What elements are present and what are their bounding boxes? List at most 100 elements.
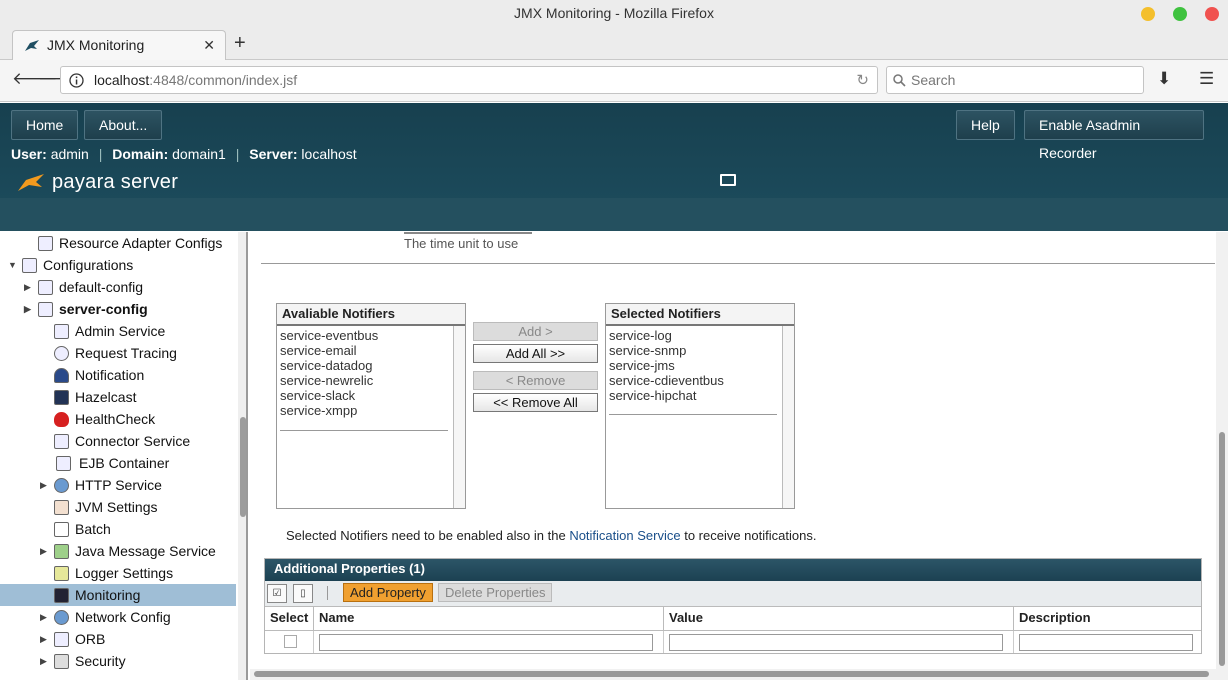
expand-triangle-icon[interactable]: ▶ <box>40 540 47 562</box>
about-button[interactable]: About... <box>84 110 163 140</box>
list-item[interactable]: service-cdieventbus <box>606 373 794 388</box>
maximize-button[interactable] <box>1173 7 1187 21</box>
main-horizontal-scrollbar-thumb[interactable] <box>254 671 1209 677</box>
property-name-input[interactable] <box>319 634 653 651</box>
minimize-button[interactable] <box>1141 7 1155 21</box>
help-button[interactable]: Help <box>956 110 1015 140</box>
new-tab-icon[interactable]: + <box>234 32 246 55</box>
tree-item-label: Java Message Service <box>75 543 216 559</box>
list-item[interactable]: service-newrelic <box>277 373 465 388</box>
tree-item-label: HTTP Service <box>75 477 162 493</box>
list-item[interactable]: service-slack <box>277 388 465 403</box>
tree-item-hazelcast[interactable]: Hazelcast <box>0 386 236 408</box>
selected-list-scrollbar[interactable] <box>782 326 794 508</box>
add-property-button[interactable]: Add Property <box>343 583 433 602</box>
note-text-before: Selected Notifiers need to be enabled al… <box>286 528 570 543</box>
tree-item-default-config[interactable]: ▶ default-config <box>0 276 236 298</box>
sidebar-scrollbar-thumb[interactable] <box>240 417 246 517</box>
tree-item-security[interactable]: ▶ Security <box>0 650 236 672</box>
tree-item-orb[interactable]: ▶ ORB <box>0 628 236 650</box>
url-path: :4848/common/index.jsf <box>149 72 298 88</box>
table-row-description-cell <box>1014 631 1201 653</box>
browser-tab[interactable]: JMX Monitoring ✕ <box>12 30 226 60</box>
list-item[interactable]: service-jms <box>606 358 794 373</box>
tree-item-http-service[interactable]: ▶ HTTP Service <box>0 474 236 496</box>
collapse-triangle-icon[interactable]: ▼ <box>8 254 17 276</box>
delete-properties-button[interactable]: Delete Properties <box>438 583 553 602</box>
menu-hamburger-icon[interactable]: ☰ <box>1199 69 1214 89</box>
select-all-icon[interactable]: ☑ <box>267 584 287 603</box>
list-item[interactable]: service-log <box>606 328 794 343</box>
asadmin-recorder-button[interactable]: Enable Asadmin Recorder <box>1024 110 1204 161</box>
list-item[interactable]: service-snmp <box>606 343 794 358</box>
reload-icon[interactable]: ↻ <box>856 71 869 89</box>
col-header-select[interactable]: Select <box>265 607 314 631</box>
property-value-input[interactable] <box>669 634 1003 651</box>
tree-item-server-config[interactable]: ▶ server-config <box>0 298 236 320</box>
col-header-name[interactable]: Name <box>314 607 664 631</box>
orb-icon <box>54 632 69 647</box>
tree-item-logger-settings[interactable]: Logger Settings <box>0 562 236 584</box>
col-header-description[interactable]: Description <box>1014 607 1201 631</box>
row-select-checkbox[interactable] <box>284 635 297 648</box>
available-notifiers-list[interactable]: Avaliable Notifiers service-eventbus ser… <box>276 303 466 509</box>
expand-triangle-icon[interactable]: ▶ <box>40 606 47 628</box>
console-icon[interactable] <box>720 174 736 186</box>
available-list-scrollbar[interactable] <box>453 326 465 508</box>
download-icon[interactable]: ⬇ <box>1157 69 1171 89</box>
info-icon[interactable] <box>69 73 84 88</box>
tree-item-connector-service[interactable]: Connector Service <box>0 430 236 452</box>
expand-triangle-icon[interactable]: ▶ <box>24 276 31 298</box>
add-all-button[interactable]: Add All >> <box>473 344 598 363</box>
tree-item-ejb-container[interactable]: EJB Container <box>0 452 236 474</box>
expand-triangle-icon[interactable]: ▶ <box>40 650 47 672</box>
property-description-input[interactable] <box>1019 634 1193 651</box>
notifiers-note: Selected Notifiers need to be enabled al… <box>286 528 816 543</box>
deselect-all-icon[interactable]: ▯ <box>293 584 313 603</box>
search-bar[interactable]: Search <box>886 66 1144 94</box>
tree-item-notification[interactable]: Notification <box>0 364 236 386</box>
list-item[interactable]: service-datadog <box>277 358 465 373</box>
table-row-select-cell <box>265 631 314 653</box>
globe-icon <box>54 478 69 493</box>
tree-item-configurations[interactable]: ▼ Configurations <box>0 254 236 276</box>
list-item[interactable]: service-xmpp <box>277 403 465 418</box>
properties-toolbar: ☑ ▯ Add Property Delete Properties <box>265 581 1201 607</box>
request-tracing-icon <box>54 346 69 361</box>
tree-item-request-tracing[interactable]: Request Tracing <box>0 342 236 364</box>
url-bar[interactable]: localhost:4848/common/index.jsf ↻ <box>60 66 878 94</box>
search-input[interactable]: Search <box>911 72 955 88</box>
tree-item-java-message-service[interactable]: ▶ Java Message Service <box>0 540 236 562</box>
tree-item-resource-adapter-configs[interactable]: Resource Adapter Configs <box>0 232 236 254</box>
main-vertical-scrollbar-thumb[interactable] <box>1219 432 1225 666</box>
remove-button[interactable]: < Remove <box>473 371 598 390</box>
tree-item-label: Resource Adapter Configs <box>59 235 223 251</box>
list-item[interactable]: service-email <box>277 343 465 358</box>
tree-item-monitoring[interactable]: Monitoring <box>0 584 236 606</box>
tree-item-label: Notification <box>75 367 145 383</box>
list-divider <box>609 414 777 415</box>
header-strip <box>0 198 1228 231</box>
add-button[interactable]: Add > <box>473 322 598 341</box>
home-button[interactable]: Home <box>11 110 79 140</box>
close-window-button[interactable] <box>1205 7 1219 21</box>
selected-notifiers-list[interactable]: Selected Notifiers service-log service-s… <box>605 303 795 509</box>
close-tab-icon[interactable]: ✕ <box>203 37 215 54</box>
tree-item-label: HealthCheck <box>75 411 156 427</box>
additional-properties-title: Additional Properties (1) <box>265 559 1201 581</box>
tree-item-healthcheck[interactable]: HealthCheck <box>0 408 236 430</box>
expand-triangle-icon[interactable]: ▶ <box>40 628 47 650</box>
resource-adapter-icon <box>38 236 53 251</box>
tree-item-admin-service[interactable]: Admin Service <box>0 320 236 342</box>
remove-all-button[interactable]: << Remove All <box>473 393 598 412</box>
col-header-value[interactable]: Value <box>664 607 1014 631</box>
expand-triangle-icon[interactable]: ▶ <box>40 474 47 496</box>
list-item[interactable]: service-hipchat <box>606 388 794 403</box>
tree-item-batch[interactable]: Batch <box>0 518 236 540</box>
notification-service-link[interactable]: Notification Service <box>569 528 680 543</box>
list-item[interactable]: service-eventbus <box>277 328 465 343</box>
tree-item-jvm-settings[interactable]: JVM Settings <box>0 496 236 518</box>
navigation-bar: 🡐 🡒 localhost:4848/common/index.jsf ↻ Se… <box>0 60 1228 102</box>
expand-triangle-icon[interactable]: ▶ <box>24 298 31 320</box>
tree-item-network-config[interactable]: ▶ Network Config <box>0 606 236 628</box>
